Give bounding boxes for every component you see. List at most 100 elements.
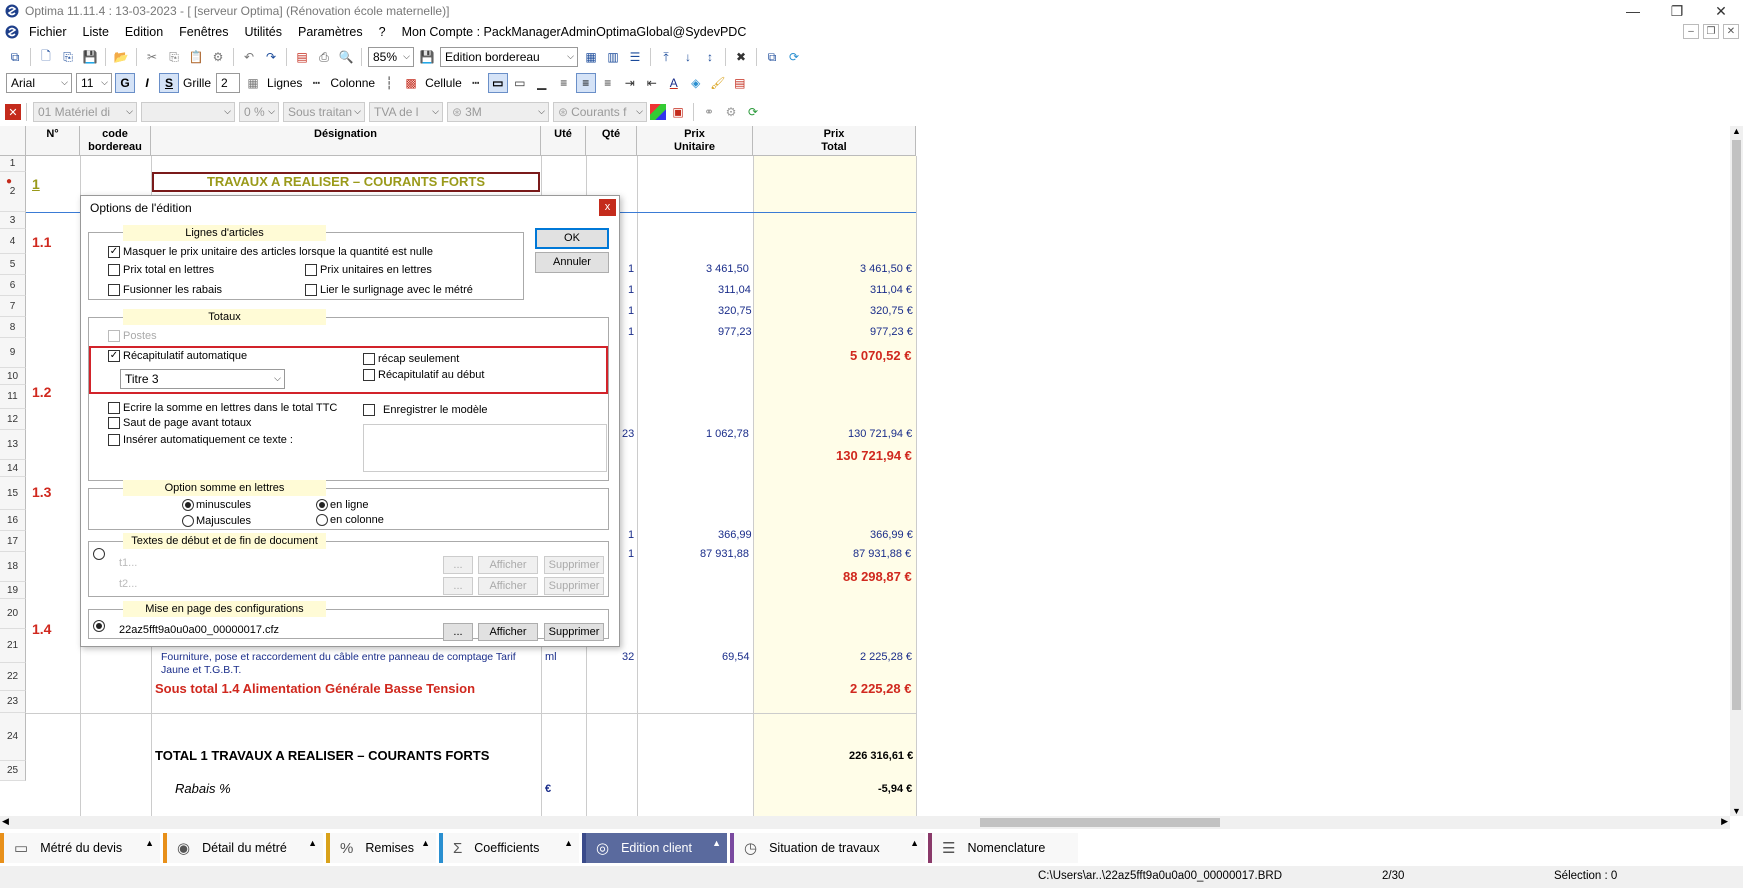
qte-cell[interactable]: 1 xyxy=(628,284,634,296)
print-preview-icon[interactable]: 🔍 xyxy=(336,47,356,67)
refresh-green-icon[interactable]: ⟳ xyxy=(743,102,763,122)
bold-toggle[interactable]: G xyxy=(115,73,135,93)
fill-color-icon[interactable]: ◈ xyxy=(686,73,706,93)
grid-value-input[interactable]: 2 xyxy=(216,73,241,93)
recap-debut-checkbox[interactable]: Récapitulatif au début xyxy=(363,369,484,381)
pt-cell[interactable]: 3 461,50 € xyxy=(860,263,912,275)
font-select[interactable]: Arial ⌵ xyxy=(6,73,72,93)
scroll-left-icon[interactable]: ◀ xyxy=(2,816,9,827)
row-number[interactable]: 21 xyxy=(0,629,26,663)
pt-cell[interactable]: 130 721,94 € xyxy=(848,428,912,440)
pt-cell[interactable]: 311,04 € xyxy=(870,284,912,296)
en-colonne-radio[interactable]: en colonne xyxy=(316,514,384,526)
row-number[interactable]: 4 xyxy=(0,229,26,254)
tools-icon[interactable]: ✖ xyxy=(731,47,751,67)
subtotal-cell[interactable]: 2 225,28 € xyxy=(850,681,911,696)
minimize-button[interactable]: — xyxy=(1611,0,1655,22)
pt-cell[interactable]: 366,99 € xyxy=(870,529,913,541)
align-right-icon[interactable]: ≡ xyxy=(598,73,618,93)
t2-browse-button[interactable]: ... xyxy=(443,577,473,595)
t2-supprimer-button[interactable]: Supprimer xyxy=(544,577,604,595)
rabais-label[interactable]: Rabais % xyxy=(175,781,231,796)
fusionner-checkbox[interactable]: Fusionner les rabais xyxy=(108,284,222,296)
pu-cell[interactable]: 366,99 xyxy=(718,529,752,541)
percent-select[interactable]: 0 % ⌵ xyxy=(239,102,279,122)
tab-nomenclature[interactable]: ☰ Nomenclature xyxy=(928,833,1078,863)
scroll-down-icon[interactable]: ▼ xyxy=(1732,806,1741,816)
format-icon[interactable]: ▦ xyxy=(581,47,601,67)
inserer-checkbox[interactable]: Insérer automatiquement ce texte : xyxy=(108,434,293,446)
menu-liste[interactable]: Liste xyxy=(75,25,117,39)
menu-fichier[interactable]: Fichier xyxy=(21,25,75,39)
category-select[interactable]: ⌵ xyxy=(141,102,235,122)
row-number[interactable]: 20 xyxy=(0,599,26,629)
chevron-up-icon[interactable]: ▲ xyxy=(145,838,154,848)
total-cell[interactable]: 226 316,61 € xyxy=(849,750,913,762)
row-number[interactable]: 23 xyxy=(0,691,26,713)
tab-edition-client[interactable]: ◎ Edition client ▲ xyxy=(582,833,727,863)
settings-grey-icon[interactable]: ⚙ xyxy=(721,102,741,122)
menu-utilites[interactable]: Utilités xyxy=(237,25,291,39)
titre-select[interactable]: Titre 3 ⌵ xyxy=(120,369,285,389)
t2-afficher-button[interactable]: Afficher xyxy=(478,577,538,595)
t1-browse-button[interactable]: ... xyxy=(443,556,473,574)
list-icon[interactable]: ☰ xyxy=(625,47,645,67)
tab-situation-de-travaux[interactable]: ◷ Situation de travaux ▲ xyxy=(730,833,925,863)
row-number[interactable]: 13 xyxy=(0,430,26,460)
section-1-title[interactable]: TRAVAUX A REALISER – COURANTS FORTS xyxy=(152,172,540,192)
materiel-select[interactable]: 01 Matériel di ⌵ xyxy=(33,102,137,122)
indent-icon[interactable]: ⇥ xyxy=(620,73,640,93)
rabais-cell[interactable]: -5,94 € xyxy=(878,783,912,795)
minuscules-radio[interactable]: minuscules xyxy=(182,499,251,511)
chevron-up-icon[interactable]: ▲ xyxy=(910,838,919,848)
row-number[interactable]: 10 xyxy=(0,368,26,385)
tab-metre-du-devis[interactable]: ▭ Métré du devis ▲ xyxy=(0,833,160,863)
textes-radio[interactable] xyxy=(93,548,107,560)
close-window-button[interactable]: ✕ xyxy=(1699,0,1743,22)
scroll-up-icon[interactable]: ▲ xyxy=(1732,126,1741,136)
designation-cell[interactable]: Fourniture, pose et raccordement du câbl… xyxy=(161,651,536,677)
subsection-1-2[interactable]: 1.2 xyxy=(32,384,51,400)
columns-icon[interactable]: ▥ xyxy=(603,47,623,67)
edition-mode-select[interactable]: Edition bordereau ⌵ xyxy=(440,47,578,67)
clear-format-icon[interactable]: ▤ xyxy=(730,73,750,93)
tab-detail-du-metre[interactable]: ◉ Détail du métré ▲ xyxy=(163,833,323,863)
open-folder-icon[interactable]: 📂 xyxy=(111,47,131,67)
section-1-number[interactable]: 1 xyxy=(32,176,40,192)
border-bottom-icon[interactable]: ▁ xyxy=(532,73,552,93)
config-supprimer-button[interactable]: Supprimer xyxy=(544,623,604,641)
row-number[interactable]: 18 xyxy=(0,552,26,582)
border-all-toggle[interactable]: ▭ xyxy=(487,73,508,93)
row-number[interactable]: 14 xyxy=(0,460,26,477)
pt-cell[interactable]: 320,75 € xyxy=(870,305,913,317)
subtotal-label[interactable]: Sous total 1.4 Alimentation Générale Bas… xyxy=(155,681,475,696)
config-afficher-button[interactable]: Afficher xyxy=(478,623,538,641)
menu-fenetres[interactable]: Fenêtres xyxy=(171,25,236,39)
t2-field[interactable]: t2... xyxy=(119,578,137,590)
move-down-icon[interactable]: ↓ xyxy=(678,47,698,67)
save-layout-icon[interactable]: 💾 xyxy=(417,47,437,67)
enregistrer-checkbox[interactable]: Enregistrer le modèle xyxy=(363,404,488,416)
save-icon[interactable]: 💾 xyxy=(80,47,100,67)
subsection-1-3[interactable]: 1.3 xyxy=(32,484,51,500)
row-number[interactable]: 11 xyxy=(0,385,26,409)
majuscules-radio[interactable]: Majuscules xyxy=(182,515,251,527)
scroll-thumb[interactable] xyxy=(980,818,1220,827)
subtotal-cell[interactable]: 130 721,94 € xyxy=(836,448,912,463)
pt-cell[interactable]: 977,23 € xyxy=(870,326,913,338)
qte-cell[interactable]: 32 xyxy=(622,651,634,663)
format-painter-icon[interactable]: 🖌 xyxy=(708,73,728,93)
mdi-restore-button[interactable]: ❐ xyxy=(1703,24,1719,39)
border-inner-icon[interactable]: ▭ xyxy=(510,73,530,93)
horizontal-scrollbar[interactable]: ◀ ▶ xyxy=(0,816,1730,829)
copy-icon[interactable]: ⎘ xyxy=(164,47,184,67)
subtotal-cell[interactable]: 5 070,52 € xyxy=(850,348,911,363)
row-number[interactable]: 12 xyxy=(0,409,26,430)
row-number[interactable]: 15 xyxy=(0,477,26,510)
pu-cell[interactable]: 87 931,88 xyxy=(700,548,749,560)
menu-help[interactable]: ? xyxy=(371,25,394,39)
row-number[interactable]: 24 xyxy=(0,713,26,761)
paste-icon[interactable]: 📋 xyxy=(186,47,206,67)
move-updown-icon[interactable]: ↕ xyxy=(700,47,720,67)
scroll-right-icon[interactable]: ▶ xyxy=(1721,816,1728,827)
